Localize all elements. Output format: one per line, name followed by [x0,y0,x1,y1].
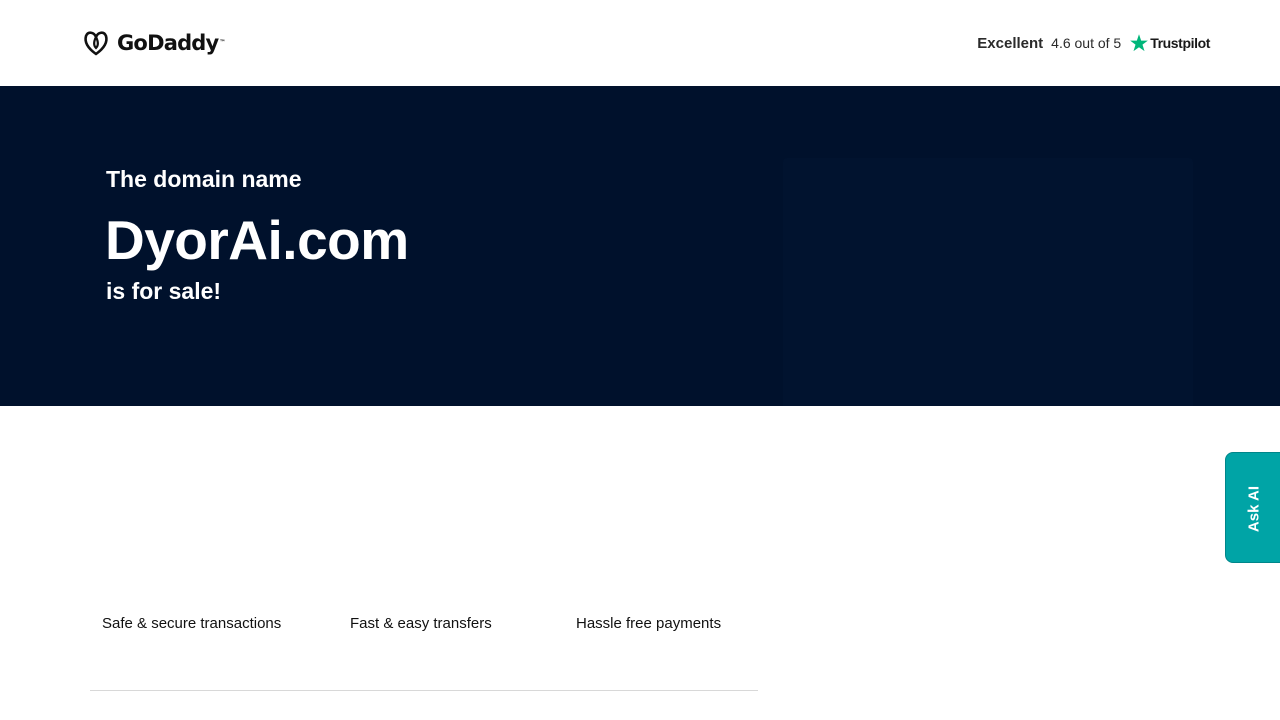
site-header: GoDaddy™ Excellent 4.6 out of 5 Trustpil… [0,0,1280,86]
godaddy-logo[interactable]: GoDaddy™ [81,28,225,58]
domain-name-title: DyorAi.com [105,209,409,271]
ask-ai-label: Ask AI [1245,485,1263,533]
trustpilot-star-icon [1130,34,1149,52]
ask-ai-button[interactable]: Ask AI [1225,452,1280,563]
rating-label: Excellent [977,34,1044,52]
logo-wordmark: GoDaddy [117,31,219,55]
trademark-mark: ™ [219,39,225,46]
godaddy-logo-icon [84,31,108,56]
feature-easy-transfers: Fast & easy transfers [350,615,492,632]
rating-score: 4.6 out of 5 [1051,35,1122,51]
trustpilot-wordmark: Trustpilot [1150,35,1210,51]
feature-hassle-free-payments: Hassle free payments [576,615,722,632]
feature-secure-transactions: Safe & secure transactions [102,615,282,632]
hero-banner: The domain name DyorAi.com is for sale! [0,86,1280,406]
trustpilot-rating[interactable]: Excellent 4.6 out of 5 Trustpilot [977,30,1210,56]
for-sale-text: is for sale! [106,278,222,304]
offer-panel [783,158,1193,406]
section-divider [90,690,758,691]
hero-eyebrow: The domain name [106,166,302,192]
